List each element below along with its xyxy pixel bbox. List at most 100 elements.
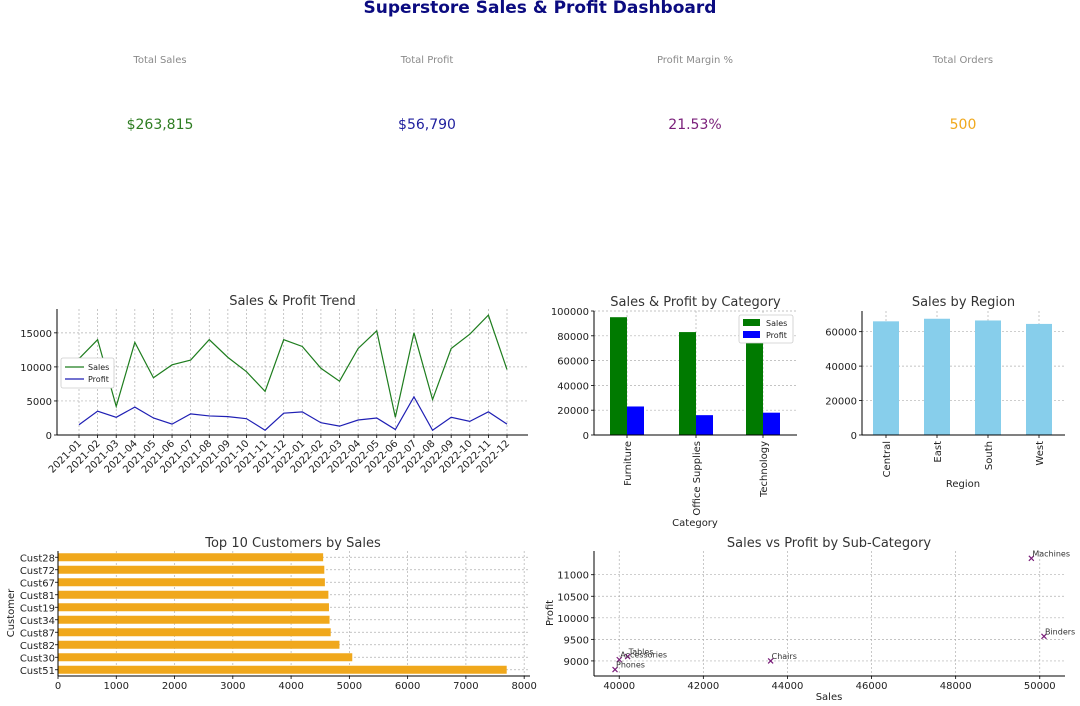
charts-canvas: Sales & Profit Trend0500010000150002021-… (6, 294, 1075, 703)
x-tick-label: 50000 (1024, 681, 1056, 692)
x-tick-label: Technology (759, 441, 770, 498)
y-tick-label: Cust67 (20, 578, 55, 589)
bar-profit (627, 406, 644, 435)
x-axis-label: Sales (816, 692, 843, 703)
bar (1026, 323, 1052, 435)
y-axis-label: Profit (545, 600, 556, 626)
chart-title: Sales & Profit Trend (229, 294, 356, 309)
region-chart: Sales by Region 0 20000 40000 60000 Central Ea… (825, 295, 1065, 490)
y-tick-label: 15000 (20, 329, 52, 340)
legend-swatch (743, 319, 760, 326)
y-tick-label: Cust19 (20, 603, 55, 614)
x-tick-label: 40000 (603, 681, 635, 692)
y-tick-label: Cust82 (20, 641, 55, 652)
x-tick-label: 42000 (687, 681, 719, 692)
bar (58, 615, 330, 624)
point-label: Phones (616, 661, 645, 670)
x-tick-label: 2000 (162, 681, 187, 692)
x-tick-label: 7000 (453, 681, 478, 692)
bar (58, 640, 340, 649)
point-label: Accessories (620, 651, 667, 660)
y-tick-label: 11000 (557, 571, 589, 582)
legend-label: Profit (88, 375, 109, 384)
subcat-chart: Sales vs Profit by Sub-Category 9000 9500 1… (545, 536, 1075, 703)
legend-label: Profit (766, 331, 787, 340)
y-tick-label: 40000 (825, 362, 857, 373)
bar-sales (679, 332, 696, 435)
x-tick-label: Central (882, 441, 893, 477)
x-tick-label: 4000 (278, 681, 303, 692)
category-chart: Sales & Profit by Category 0 20000 40000 600… (551, 295, 797, 529)
y-tick-label: Cust87 (20, 628, 55, 639)
x-tick-label: 48000 (940, 681, 972, 692)
chart-title: Top 10 Customers by Sales (204, 536, 381, 551)
y-tick-label: Cust72 (20, 566, 55, 577)
y-tick-label: 80000 (557, 332, 589, 343)
point-label: Binders (1045, 627, 1075, 636)
x-tick-label: 5000 (337, 681, 362, 692)
trend-chart: Sales & Profit Trend0500010000150002021-… (20, 294, 528, 476)
y-tick-label: 0 (46, 431, 52, 442)
bar (58, 665, 507, 674)
bar (873, 321, 899, 435)
bar (58, 603, 329, 612)
x-tick-label: Office Supplies (692, 441, 703, 516)
bar (975, 320, 1001, 435)
y-tick-label: 5000 (27, 397, 52, 408)
series-line-profit (78, 395, 508, 432)
x-tick-label: 0 (55, 681, 61, 692)
y-tick-label: Cust51 (20, 666, 55, 677)
x-tick-label: 1000 (104, 681, 129, 692)
x-tick-label: 46000 (856, 681, 888, 692)
x-tick-label: East (933, 441, 944, 463)
bar-profit (696, 415, 713, 435)
y-tick-label: Cust28 (20, 553, 55, 564)
y-tick-label: 9500 (564, 635, 589, 646)
point-label: Machines (1032, 549, 1070, 558)
bar-profit (763, 412, 780, 435)
y-tick-label: Cust30 (20, 653, 55, 664)
y-axis-label: Customer (6, 588, 17, 637)
bar-sales (610, 317, 627, 435)
point-label: Chairs (772, 652, 797, 661)
x-tick-label: 3000 (220, 681, 245, 692)
x-axis-label: Category (672, 518, 718, 529)
y-tick-label: 9000 (564, 657, 589, 668)
bar (58, 553, 324, 562)
bar (58, 590, 329, 599)
y-tick-label: 60000 (557, 357, 589, 368)
legend-label: Sales (88, 363, 109, 372)
chart-title: Sales vs Profit by Sub-Category (727, 536, 932, 551)
x-tick-label: 44000 (772, 681, 804, 692)
x-tick-label: Furniture (623, 441, 634, 486)
y-tick-label: 10500 (557, 592, 589, 603)
bar (58, 565, 325, 574)
customers-chart: Top 10 Customers by SalesCust51Cust30Cus… (6, 536, 537, 692)
x-tick-label: 6000 (395, 681, 420, 692)
legend: Sales Profit (60, 357, 115, 389)
y-tick-label: Cust81 (20, 591, 55, 602)
series-line-sales (78, 314, 508, 418)
bar (58, 628, 331, 637)
x-tick-label: West (1035, 441, 1046, 466)
legend-label: Sales (766, 319, 787, 328)
y-tick-label: 10000 (20, 363, 52, 374)
y-tick-label: 100000 (551, 307, 589, 318)
y-tick-label: 20000 (825, 397, 857, 408)
y-tick-label: 60000 (825, 328, 857, 339)
chart-title: Sales by Region (912, 295, 1015, 310)
bar (58, 653, 353, 662)
bar (58, 578, 325, 587)
x-tick-label: 8000 (511, 681, 536, 692)
legend: Sales Profit (738, 314, 794, 344)
y-tick-label: Cust34 (20, 616, 55, 627)
y-tick-label: 20000 (557, 406, 589, 417)
bar (924, 318, 950, 435)
x-tick-label: South (984, 441, 995, 470)
x-axis-label: Region (946, 479, 980, 490)
y-tick-label: 0 (851, 431, 857, 442)
chart-title: Sales & Profit by Category (610, 295, 781, 310)
legend-swatch (743, 331, 760, 338)
bar-sales (746, 330, 763, 435)
y-tick-label: 0 (583, 431, 589, 442)
